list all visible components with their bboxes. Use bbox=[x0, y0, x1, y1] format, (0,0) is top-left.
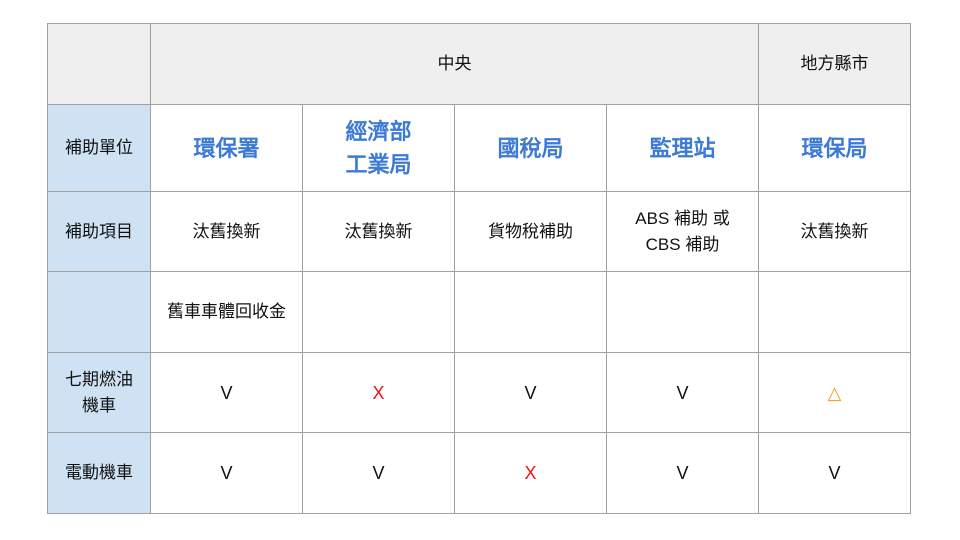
table-cell: 汰舊換新 bbox=[758, 191, 911, 272]
eligible-mark: V bbox=[606, 432, 759, 514]
table-cell: 貨物稅補助 bbox=[454, 191, 607, 272]
table-cell bbox=[454, 271, 607, 353]
eligible-mark: V bbox=[150, 352, 303, 433]
table-cell bbox=[302, 271, 455, 353]
table-cell: 汰舊換新 bbox=[302, 191, 455, 272]
fuel-scooter-row: 七期燃油 機車 V X V V △ bbox=[47, 352, 911, 433]
table-cell: 舊車車體回收金 bbox=[150, 271, 303, 353]
table-cell bbox=[758, 271, 911, 353]
subsidy-item-row: 補助項目 汰舊換新 汰舊換新 貨物稅補助 ABS 補助 或 CBS 補助 汰舊換… bbox=[47, 191, 911, 272]
eligible-mark: V bbox=[606, 352, 759, 433]
agency-industrial-development: 經濟部 工業局 bbox=[302, 104, 455, 192]
central-government-header: 中央 bbox=[150, 23, 759, 105]
eligible-mark: V bbox=[454, 352, 607, 433]
agency-taxation-bureau: 國稅局 bbox=[454, 104, 607, 192]
local-government-header: 地方縣市 bbox=[758, 23, 911, 105]
eligible-mark: V bbox=[302, 432, 455, 514]
table-cell: ABS 補助 或 CBS 補助 bbox=[606, 191, 759, 272]
subsidy-item-extra-row: 舊車車體回收金 bbox=[47, 271, 911, 353]
agency-local-epb: 環保局 bbox=[758, 104, 911, 192]
table-cell bbox=[606, 271, 759, 353]
row-label-electric-scooter: 電動機車 bbox=[47, 432, 151, 514]
group-header-row: 中央 地方縣市 bbox=[47, 23, 911, 105]
partial-triangle-icon: △ bbox=[758, 352, 911, 433]
corner-cell bbox=[47, 23, 151, 105]
agency-epa: 環保署 bbox=[150, 104, 303, 192]
table-cell: 汰舊換新 bbox=[150, 191, 303, 272]
row-label-subsidy-item: 補助項目 bbox=[47, 191, 151, 272]
agency-motor-vehicles-office: 監理站 bbox=[606, 104, 759, 192]
subsidy-comparison-table: 中央 地方縣市 補助單位 環保署 經濟部 工業局 國稅局 監理站 環保局 補助項… bbox=[47, 23, 911, 514]
not-eligible-mark: X bbox=[302, 352, 455, 433]
not-eligible-mark: X bbox=[454, 432, 607, 514]
eligible-mark: V bbox=[150, 432, 303, 514]
eligible-mark: V bbox=[758, 432, 911, 514]
agency-row: 補助單位 環保署 經濟部 工業局 國稅局 監理站 環保局 bbox=[47, 104, 911, 192]
row-label-empty bbox=[47, 271, 151, 353]
electric-scooter-row: 電動機車 V V X V V bbox=[47, 432, 911, 514]
row-label-agency: 補助單位 bbox=[47, 104, 151, 192]
row-label-fuel-scooter: 七期燃油 機車 bbox=[47, 352, 151, 433]
